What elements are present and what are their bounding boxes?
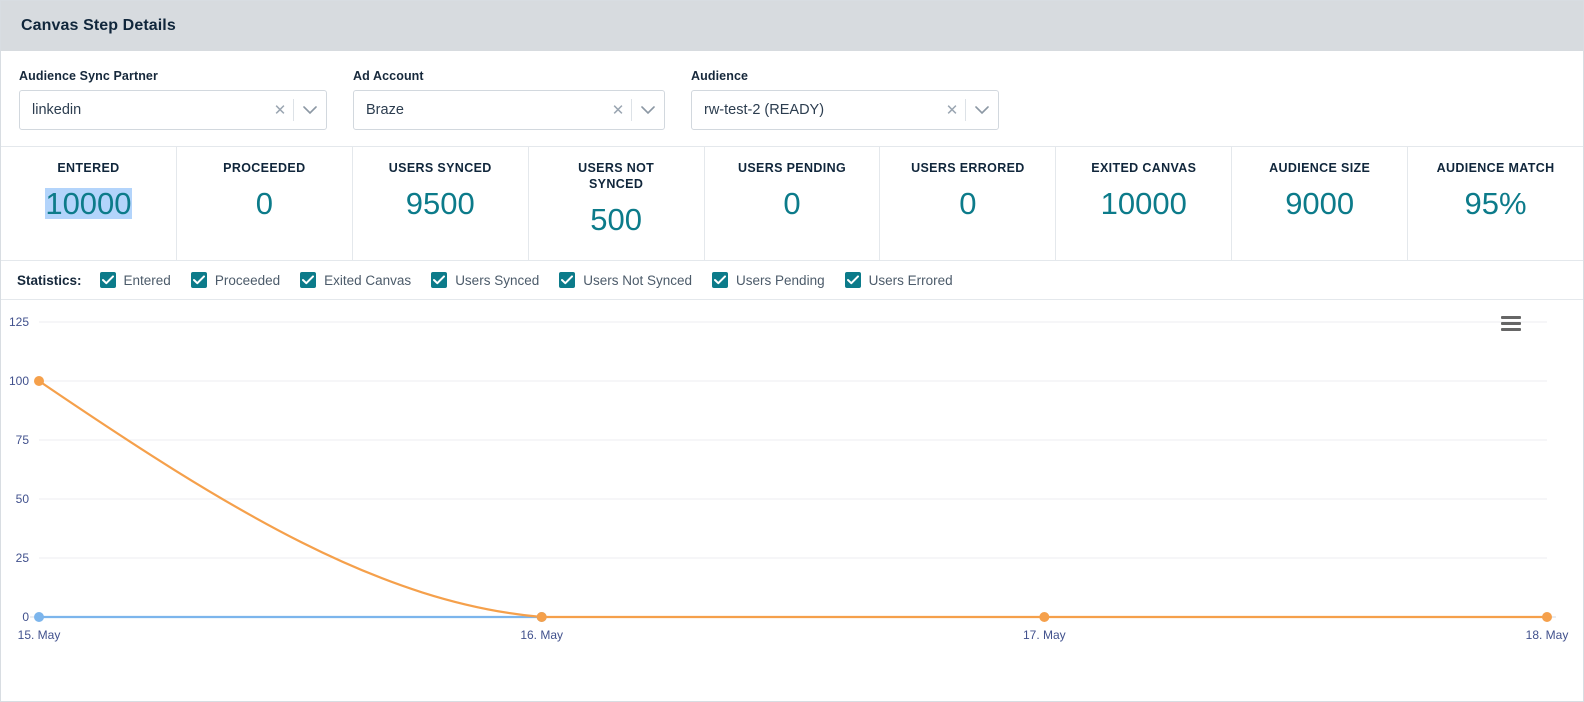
checkbox-checked-icon[interactable] (845, 272, 861, 288)
chart-data-point[interactable] (537, 612, 547, 622)
ad-account-select[interactable]: Braze ✕ (353, 90, 665, 130)
y-axis-tick-label: 50 (16, 492, 30, 506)
statistic-toggle[interactable]: Users Pending (712, 272, 825, 288)
audience-select[interactable]: rw-test-2 (READY) ✕ (691, 90, 999, 130)
metric-card: USERS PENDING 0 (705, 147, 881, 260)
metric-label: PROCEEDED (223, 160, 305, 176)
page-title: Canvas Step Details (21, 17, 176, 35)
metric-value[interactable]: 10000 (1101, 188, 1187, 219)
statistic-toggle[interactable]: Users Synced (431, 272, 539, 288)
chart-data-point[interactable] (34, 612, 44, 622)
filter-label-audience: Audience (691, 69, 999, 83)
metrics-row: ENTERED10000PROCEEDED0USERS SYNCED9500US… (1, 146, 1583, 261)
metric-label: USERS SYNCED (389, 160, 492, 176)
statistic-label: Entered (124, 273, 171, 288)
panel-header: Canvas Step Details (1, 1, 1583, 51)
metric-card: EXITED CANVAS 10000 (1056, 147, 1232, 260)
metric-card: USERS NOT SYNCED 500 (529, 147, 705, 260)
chart-data-point[interactable] (1542, 612, 1552, 622)
close-icon[interactable]: ✕ (267, 103, 293, 118)
metric-value[interactable]: 10000 (45, 188, 131, 219)
y-axis-tick-label: 75 (16, 433, 30, 447)
checkbox-checked-icon[interactable] (191, 272, 207, 288)
x-axis-tick-label: 15. May (18, 628, 61, 642)
statistic-toggle[interactable]: Proceeded (191, 272, 280, 288)
statistic-label: Users Pending (736, 273, 825, 288)
filter-label-ad-account: Ad Account (353, 69, 665, 83)
metric-label: ENTERED (57, 160, 119, 176)
chevron-down-icon[interactable] (966, 106, 998, 115)
statistic-label: Users Errored (869, 273, 953, 288)
metric-card: USERS ERRORED 0 (880, 147, 1056, 260)
metric-label: USERS NOT SYNCED (556, 160, 676, 192)
statistics-bar: Statistics: Entered Proceeded Exited Canva… (1, 261, 1583, 300)
statistic-toggle[interactable]: Users Not Synced (559, 272, 692, 288)
metric-card: AUDIENCE MATCH 95% (1408, 147, 1583, 260)
x-axis-tick-label: 17. May (1023, 628, 1066, 642)
x-axis-tick-label: 18. May (1526, 628, 1569, 642)
statistic-toggle[interactable]: Entered (100, 272, 171, 288)
audience-sync-partner-value: linkedin (20, 102, 267, 118)
checkbox-checked-icon[interactable] (300, 272, 316, 288)
metric-value[interactable]: 0 (783, 188, 800, 219)
chart-data-point[interactable] (34, 376, 44, 386)
metric-card: USERS SYNCED 9500 (353, 147, 529, 260)
chart-data-point[interactable] (1039, 612, 1049, 622)
y-axis-tick-label: 25 (16, 551, 30, 565)
metric-value[interactable]: 9000 (1285, 188, 1354, 219)
metric-label: EXITED CANVAS (1091, 160, 1196, 176)
filter-audience: Audience rw-test-2 (READY) ✕ (691, 69, 999, 130)
x-axis-tick-label: 16. May (520, 628, 563, 642)
filter-ad-account: Ad Account Braze ✕ (353, 69, 665, 130)
filter-label-partner: Audience Sync Partner (19, 69, 327, 83)
statistics-label: Statistics: (17, 273, 82, 288)
hamburger-menu-icon[interactable] (1501, 316, 1521, 331)
chevron-down-icon[interactable] (632, 106, 664, 115)
checkbox-checked-icon[interactable] (100, 272, 116, 288)
y-axis-tick-label: 125 (9, 315, 29, 329)
statistic-label: Users Not Synced (583, 273, 692, 288)
chevron-down-icon[interactable] (294, 106, 326, 115)
chart-canvas: 0 25 50 75 100 125 15. May 16. May 17. May 18. Ma… (1, 300, 1583, 682)
checkbox-checked-icon[interactable] (712, 272, 728, 288)
filters-row: Audience Sync Partner linkedin ✕ Ad Acco… (1, 51, 1583, 130)
metric-label: USERS PENDING (738, 160, 846, 176)
checkbox-checked-icon[interactable] (431, 272, 447, 288)
statistic-label: Users Synced (455, 273, 539, 288)
statistic-label: Proceeded (215, 273, 280, 288)
audience-sync-partner-select[interactable]: linkedin ✕ (19, 90, 327, 130)
y-axis-tick-label: 100 (9, 374, 29, 388)
canvas-step-details-panel: Canvas Step Details Audience Sync Partne… (0, 0, 1584, 702)
metric-value[interactable]: 0 (256, 188, 273, 219)
metric-card: PROCEEDED 0 (177, 147, 353, 260)
metric-label: AUDIENCE MATCH (1437, 160, 1555, 176)
metric-label: USERS ERRORED (911, 160, 1025, 176)
metric-value[interactable]: 0 (959, 188, 976, 219)
statistic-label: Exited Canvas (324, 273, 411, 288)
checkbox-checked-icon[interactable] (559, 272, 575, 288)
audience-value: rw-test-2 (READY) (692, 102, 939, 118)
close-icon[interactable]: ✕ (939, 103, 965, 118)
metric-label: AUDIENCE SIZE (1269, 160, 1370, 176)
metric-value[interactable]: 95% (1465, 188, 1527, 219)
metric-card: ENTERED 10000 (1, 147, 177, 260)
statistics-items: Entered Proceeded Exited Canvas Users Synce… (100, 272, 973, 288)
ad-account-value: Braze (354, 102, 605, 118)
statistic-toggle[interactable]: Users Errored (845, 272, 953, 288)
filter-audience-sync-partner: Audience Sync Partner linkedin ✕ (19, 69, 327, 130)
close-icon[interactable]: ✕ (605, 103, 631, 118)
metric-value[interactable]: 9500 (406, 188, 475, 219)
metric-card: AUDIENCE SIZE 9000 (1232, 147, 1408, 260)
y-axis-tick-label: 0 (22, 610, 29, 624)
statistic-toggle[interactable]: Exited Canvas (300, 272, 411, 288)
statistics-chart: 0 25 50 75 100 125 15. May 16. May 17. May 18. Ma… (1, 300, 1583, 682)
metric-value[interactable]: 500 (590, 204, 642, 235)
